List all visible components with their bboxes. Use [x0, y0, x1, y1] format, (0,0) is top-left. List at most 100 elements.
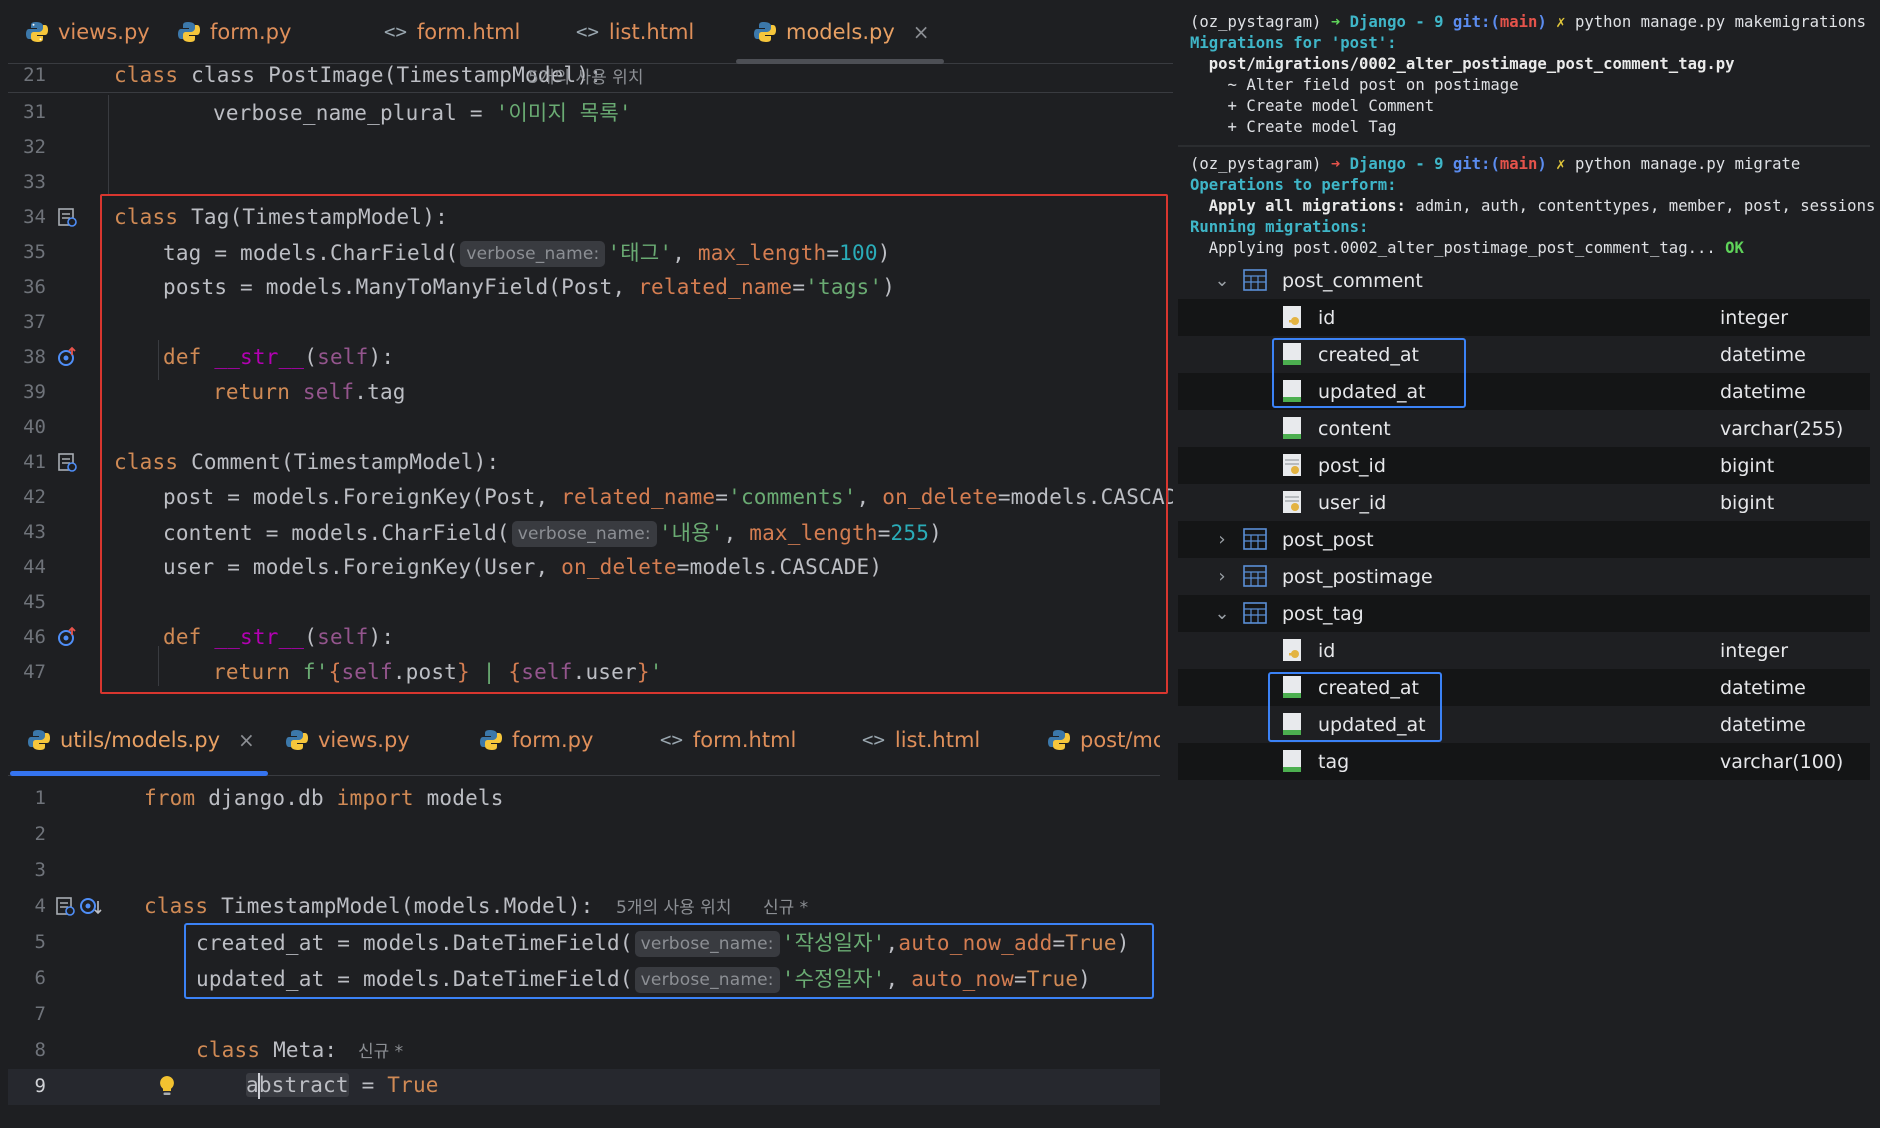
terminal-line: Applying post.0002_alter_postimage_post_… [1190, 239, 1744, 257]
tab-form-py[interactable]: form.py [178, 0, 291, 64]
usages-hint: 5개의 사용 위치 [528, 67, 644, 88]
python-file-icon [178, 21, 200, 43]
column-row[interactable]: content varchar(255) [1178, 410, 1870, 447]
code-text: verbose_name_plural = '이미지 목록' [213, 100, 632, 125]
usages-hint: 5개의 사용 위치 [616, 898, 732, 918]
model-gutter-icon[interactable] [54, 449, 80, 475]
table-node-post-comment[interactable]: ⌄ post_comment [1178, 262, 1870, 299]
foreign-key-column-icon [1283, 491, 1301, 513]
table-name: post_post [1282, 528, 1374, 551]
tab-label: list.html [608, 20, 695, 44]
terminal-panel[interactable]: (oz_pystagram) ➜ Django - 9 git:(main) ✗… [1178, 0, 1875, 268]
terminal-line: + Create model Comment [1190, 97, 1435, 115]
chevron-down-icon[interactable]: ⌄ [1212, 270, 1232, 291]
lightbulb-icon[interactable] [154, 1073, 180, 1099]
terminal-line: Migrations for 'post': [1190, 34, 1397, 52]
column-type: bigint [1720, 454, 1775, 477]
column-name: id [1318, 639, 1336, 662]
column-name: id [1318, 306, 1336, 329]
tab-utils-models-py[interactable]: utils/models.py × [28, 708, 255, 772]
line-number: 8 [34, 1038, 46, 1061]
highlight-box-red [100, 194, 1168, 694]
table-name: post_tag [1282, 602, 1364, 625]
column-type: datetime [1720, 713, 1806, 736]
terminal-line: + Create model Tag [1190, 118, 1397, 136]
tab-post-models-py[interactable]: post/mc [1048, 708, 1160, 772]
line-number: 3 [34, 858, 46, 881]
tab-label: views.py [318, 728, 410, 752]
model-gutter-icon[interactable] [54, 204, 80, 230]
close-tab-icon[interactable]: × [238, 728, 255, 752]
chevron-down-icon[interactable]: ⌄ [1212, 603, 1232, 624]
line-number: 42 [23, 485, 46, 508]
column-name: content [1318, 417, 1391, 440]
tab-label: form.py [512, 728, 594, 752]
column-name: user_id [1318, 491, 1387, 514]
override-gutter-icon[interactable] [54, 344, 80, 370]
tab-label: utils/models.py [60, 728, 220, 752]
table-icon [1243, 602, 1267, 624]
column-row[interactable]: user_id bigint [1178, 484, 1870, 521]
code-line: 4 class TimestampModel(models.Model): 5개… [8, 888, 1160, 923]
chevron-right-icon[interactable]: › [1212, 529, 1232, 550]
tab-label: form.html [692, 728, 797, 752]
code-line: 8 class Meta: 신규 * [8, 1032, 1160, 1067]
python-file-icon [1048, 729, 1070, 751]
tab-label: form.py [210, 20, 292, 44]
column-name: post_id [1318, 454, 1386, 477]
column-type: datetime [1720, 380, 1806, 403]
tab-form-html[interactable]: <> form.html [384, 0, 520, 64]
line-number: 2 [34, 822, 46, 845]
code-line: 7 [8, 996, 1160, 1031]
tab-form-html[interactable]: <> form.html [660, 708, 796, 772]
table-node-post-tag[interactable]: ⌄ post_tag [1178, 595, 1870, 632]
html-file-icon: <> [384, 21, 407, 43]
terminal-line: (oz_pystagram) ➜ Django - 9 git:(main) ✗… [1190, 13, 1867, 31]
model-gutter-icon[interactable] [52, 893, 78, 919]
line-number: 31 [23, 100, 46, 123]
table-node-post-postimage[interactable]: › post_postimage [1178, 558, 1870, 595]
implemented-gutter-icon[interactable] [78, 893, 104, 919]
column-type: varchar(100) [1720, 750, 1844, 773]
html-file-icon: <> [576, 21, 599, 43]
column-icon [1283, 417, 1301, 439]
tab-list-html[interactable]: <> list.html [576, 0, 694, 64]
chevron-right-icon[interactable]: › [1212, 566, 1232, 587]
tab-views-py[interactable]: views.py [26, 0, 150, 64]
foreign-key-column-icon [1283, 454, 1301, 476]
active-tab-indicator [10, 771, 268, 776]
database-tree: ⌄ post_comment id integer created_at dat… [1178, 262, 1870, 782]
column-row[interactable]: id integer [1178, 299, 1870, 336]
close-tab-icon[interactable]: × [913, 20, 930, 44]
tab-form-py[interactable]: form.py [480, 708, 593, 772]
column-type: integer [1720, 639, 1789, 662]
line-number: 46 [23, 625, 46, 648]
column-name: tag [1318, 750, 1350, 773]
line-number: 7 [34, 1002, 46, 1025]
override-gutter-icon[interactable] [54, 624, 80, 650]
line-number: 41 [23, 450, 46, 473]
code-line: 3 [8, 852, 1160, 887]
tab-label: form.html [416, 20, 521, 44]
line-number: 44 [23, 555, 46, 578]
code-text: from django.db import models [144, 785, 504, 810]
code-text[interactable]: abstract = True [246, 1072, 439, 1099]
tab-label: list.html [894, 728, 981, 752]
column-row[interactable]: tag varchar(100) [1178, 743, 1870, 780]
code-line: 31 verbose_name_plural = '이미지 목록' [8, 94, 1173, 129]
python-file-icon [28, 729, 50, 751]
line-number: 32 [23, 135, 46, 158]
tab-models-py[interactable]: models.py × [754, 0, 930, 64]
tab-views-py[interactable]: views.py [286, 708, 410, 772]
column-row[interactable]: post_id bigint [1178, 447, 1870, 484]
tab-list-html[interactable]: <> list.html [862, 708, 980, 772]
terminal-line: Apply all migrations: admin, auth, conte… [1190, 197, 1876, 215]
html-file-icon: <> [862, 729, 885, 751]
column-row[interactable]: id integer [1178, 632, 1870, 669]
table-node-post-post[interactable]: › post_post [1178, 521, 1870, 558]
column-type: integer [1720, 306, 1789, 329]
line-number: 1 [34, 786, 46, 809]
line-number: 47 [23, 660, 46, 683]
python-file-icon [480, 729, 502, 751]
line-number: 35 [23, 240, 46, 263]
